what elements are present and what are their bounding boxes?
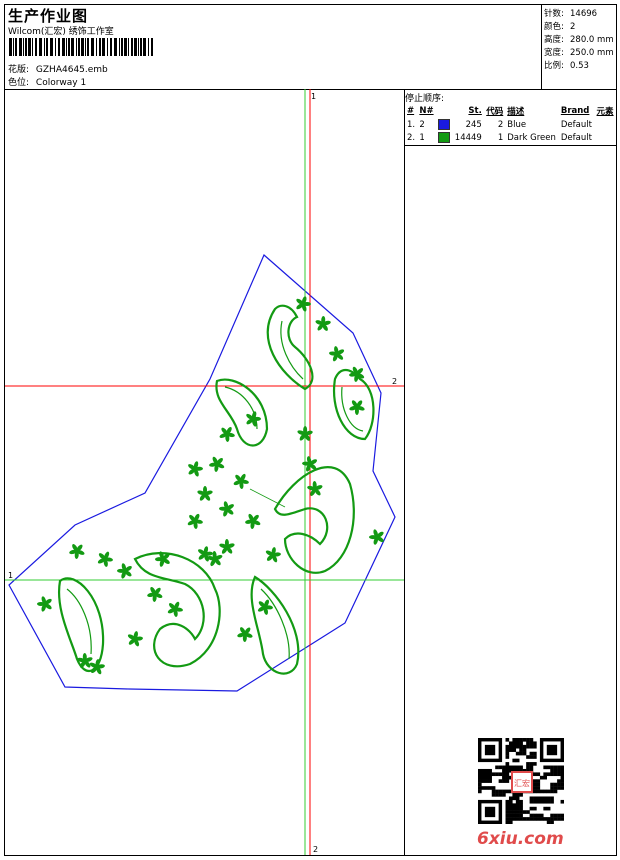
table-row: 2. 1 14449 1 Dark Green Default bbox=[405, 131, 616, 144]
row-num: 2. bbox=[407, 132, 416, 143]
design-file-label: 花版: bbox=[8, 65, 30, 75]
paisley-embroidery bbox=[57, 304, 375, 675]
spec-label: 颜色: bbox=[544, 22, 564, 32]
colorway-value: Colorway 1 bbox=[35, 78, 87, 88]
leaf-sprig bbox=[197, 486, 213, 501]
spec-width: 宽度: 250.0 mm bbox=[544, 46, 614, 58]
row-stitches: 14449 bbox=[454, 132, 482, 143]
paisley-motif bbox=[57, 577, 105, 672]
jump-stitch bbox=[249, 488, 286, 508]
leaf-sprig bbox=[219, 539, 235, 554]
divider bbox=[405, 145, 616, 146]
paisley-detail bbox=[260, 588, 290, 660]
spec-value: 280.0 mm bbox=[570, 35, 614, 45]
col-element: 元素 bbox=[596, 107, 614, 117]
design-file-name: GZHA4645.emb bbox=[35, 65, 108, 75]
leaf-sprig bbox=[69, 544, 85, 559]
qr-code-image: 汇宏 bbox=[478, 738, 564, 824]
leaf-sprig bbox=[296, 296, 311, 312]
table-row: 1. 2 245 2 Blue Default bbox=[405, 118, 616, 131]
stop-sequence-table: # N# St. 代码 描述 Brand 元素 1. 2 245 2 Blue … bbox=[405, 104, 616, 144]
col-description: 描述 bbox=[507, 107, 525, 117]
col-color bbox=[436, 104, 452, 118]
col-stitches: St. bbox=[468, 106, 482, 116]
row-needle: 2 bbox=[419, 119, 425, 130]
leaf-sprig bbox=[219, 427, 235, 442]
color-swatch bbox=[437, 132, 450, 143]
row-description: Blue bbox=[507, 119, 527, 130]
table-header-row: # N# St. 代码 描述 Brand 元素 bbox=[405, 104, 616, 118]
spec-label: 针数: bbox=[544, 9, 564, 19]
row-code: 1 bbox=[497, 132, 504, 143]
leaf-sprig bbox=[127, 631, 143, 647]
worksheet-frame: 生产作业图 Wilcom(汇宏) 绣饰工作室 花版: GZHA4645.emb … bbox=[4, 4, 617, 856]
leaf-sprig bbox=[187, 513, 203, 529]
spec-value: 2 bbox=[570, 22, 576, 32]
leaf-sprig bbox=[329, 346, 345, 362]
col-brand: Brand bbox=[560, 106, 590, 116]
leaf-sprig bbox=[89, 659, 105, 675]
row-stitches: 245 bbox=[465, 119, 482, 130]
leaf-sprig bbox=[233, 473, 249, 489]
leaf-sprig bbox=[117, 563, 132, 579]
spec-label: 比例: bbox=[544, 61, 564, 71]
leaf-sprig bbox=[237, 627, 253, 642]
spec-value: 250.0 mm bbox=[570, 48, 614, 58]
guide-label-right: 2 bbox=[392, 377, 398, 386]
row-needle: 1 bbox=[419, 132, 425, 143]
leaf-sprig bbox=[167, 601, 183, 617]
leaf-sprig bbox=[315, 316, 331, 331]
paisley-motif bbox=[266, 304, 314, 391]
row-description: Dark Green bbox=[507, 132, 556, 143]
row-code: 2 bbox=[497, 119, 504, 130]
leaf-sprig bbox=[37, 596, 52, 612]
spec-panel: 针数: 14696 颜色: 2 高度: 280.0 mm 宽度: 250.0 mm 比例… bbox=[541, 5, 617, 89]
spec-stitches: 针数: 14696 bbox=[544, 7, 597, 19]
leaf-sprig bbox=[257, 599, 273, 615]
color-swatch bbox=[437, 119, 450, 130]
spec-value: 14696 bbox=[570, 9, 598, 19]
spec-label: 高度: bbox=[544, 35, 564, 45]
leaf-sprig bbox=[77, 653, 93, 668]
spec-colors: 颜色: 2 bbox=[544, 20, 575, 32]
guide-label-top: 1 bbox=[311, 92, 317, 101]
leaf-sprig bbox=[349, 400, 365, 415]
studio-name: Wilcom(汇宏) 绣饰工作室 bbox=[8, 27, 114, 37]
guide-label-left: 1 bbox=[8, 571, 14, 580]
design-canvas: 1 2 1 2 bbox=[5, 89, 405, 855]
colorway-label: 色位: bbox=[8, 78, 30, 88]
leaf-sprig bbox=[147, 586, 163, 602]
col-needle: N# bbox=[419, 106, 434, 116]
guide-label-bottom: 2 bbox=[313, 845, 319, 854]
row-brand: Default bbox=[560, 132, 592, 143]
row-num: 1. bbox=[407, 119, 416, 130]
page-title: 生产作业图 bbox=[8, 7, 89, 25]
colorway-row: 色位: Colorway 1 bbox=[8, 75, 86, 88]
embroidery-drawing bbox=[5, 89, 404, 855]
leaf-sprig bbox=[265, 547, 281, 563]
leaf-sprig bbox=[188, 461, 203, 477]
leaf-sprig bbox=[97, 551, 113, 567]
leaf-sprig bbox=[246, 411, 261, 427]
stop-sequence-title: 停止顺序: bbox=[405, 94, 445, 104]
leaf-sprig bbox=[307, 481, 323, 496]
spec-value: 0.53 bbox=[570, 61, 589, 71]
seal-text: 汇宏 bbox=[514, 778, 530, 788]
leaf-clusters bbox=[37, 296, 384, 675]
watermark-logo: 6xiu.com bbox=[477, 829, 564, 849]
spec-height: 高度: 280.0 mm bbox=[544, 33, 614, 45]
spec-label: 宽度: bbox=[544, 48, 564, 58]
barcode-image bbox=[9, 38, 153, 56]
leaf-sprig bbox=[219, 501, 234, 517]
design-file-row: 花版: GZHA4645.emb bbox=[8, 62, 108, 75]
leaf-sprig bbox=[245, 513, 261, 529]
row-brand: Default bbox=[560, 119, 592, 130]
paisley-motif bbox=[250, 575, 300, 675]
col-code: 代码 bbox=[486, 107, 504, 117]
leaf-sprig bbox=[209, 456, 225, 472]
header-panel: 生产作业图 Wilcom(汇宏) 绣饰工作室 花版: GZHA4645.emb … bbox=[5, 5, 616, 90]
col-num: # bbox=[407, 106, 415, 116]
spec-scale: 比例: 0.53 bbox=[544, 59, 589, 71]
paisley-detail bbox=[66, 588, 92, 655]
